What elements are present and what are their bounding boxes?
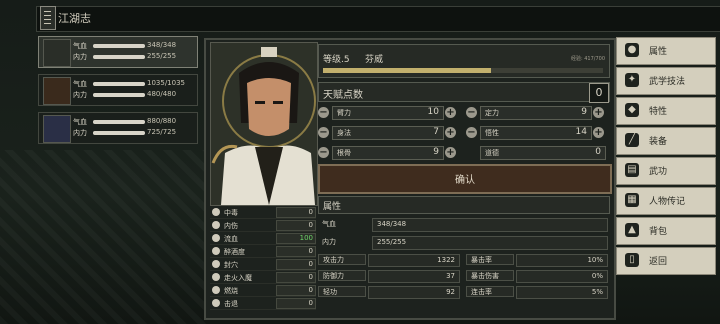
status-row: 中毒 0 [210,206,316,219]
party-member-1[interactable]: 气血 348/348 内力 255/255 [38,36,198,68]
vital-row-mp: 内力 255/255 [318,236,608,250]
hp-bar [93,120,145,124]
level-label: 等级.5 [323,55,350,65]
mp-bar [93,55,145,59]
attr-row-constitution: − 根骨 9 + [318,146,456,160]
menu-traits[interactable]: ◆ 特性 [616,97,716,125]
minus-button[interactable]: − [466,127,477,138]
confirm-button[interactable]: 确认 [318,164,612,194]
hp-label: 气血 [73,42,87,50]
mp-value: 725/725 [147,128,177,136]
hp-bar [93,82,145,86]
bag-icon: ▲ [625,223,639,237]
menu-attributes[interactable]: ● 属性 [616,37,716,65]
scroll-icon: ▤ [625,163,639,177]
menu-biography[interactable]: ▦ 人物传记 [616,187,716,215]
hero-portrait-icon [43,39,71,67]
level-box: 等级.5 芬威 经验: 417/700 [318,44,610,78]
mp-label: 内力 [73,129,87,137]
stat-defense: 防御力 37 [318,270,460,283]
poison-icon [212,208,220,216]
talent-points: 天赋点数 0 [318,82,610,103]
attr-row-agility: − 身法 7 + [318,126,456,140]
person-icon: ● [625,43,639,57]
minus-button[interactable]: − [318,147,329,158]
hp-label: 气血 [73,118,87,126]
attr-row-insight: − 悟性 14 + [466,126,604,140]
plus-button[interactable]: + [445,147,456,158]
minus-button[interactable]: − [318,127,329,138]
character-name: 芬威 [365,55,384,65]
journal-icon[interactable] [40,6,56,30]
mp-label: 内力 [73,53,87,61]
xp-bar [323,68,603,73]
martial-arts-icon: ✦ [625,73,639,87]
stat-crit-damage: 暴击伤害 0% [466,270,608,283]
wine-jar-icon [212,247,220,255]
mp-label: 内力 [73,91,87,99]
stat-combo-rate: 连击率 5% [466,286,608,299]
mp-bar [93,93,145,97]
mp-bar [93,131,145,135]
attr-row-morality: 道德 0 [480,146,618,160]
page-title: 江湖志 [58,12,91,25]
character-portrait [210,42,318,206]
attr-row-focus: − 定力 9 + [466,106,604,120]
stat-crit-rate: 暴击率 10% [466,254,608,267]
door-icon: ▯ [625,253,639,267]
attr-row-strength: − 臂力 10 + [318,106,456,120]
heart-icon [212,221,220,229]
demon-icon [212,273,220,281]
fire-icon [212,286,220,294]
xp-text: 经验: 417/700 [570,56,605,62]
minus-button[interactable]: − [466,107,477,118]
status-row: 走火入魔 0 [210,271,316,284]
plus-button[interactable]: + [593,107,604,118]
biography-icon: ▦ [625,193,639,207]
sword-icon: ╱ [625,133,639,147]
menu-martial-skills[interactable]: ✦ 武学技法 [616,67,716,95]
hp-value: 880/880 [147,117,177,125]
minus-button[interactable]: − [318,107,329,118]
status-row: 内伤 0 [210,219,316,232]
status-row: 击退 0 [210,297,316,310]
plus-button[interactable]: + [445,107,456,118]
cat-companion-icon [43,77,71,105]
menu-return[interactable]: ▯ 返回 [616,247,716,275]
status-effect-list: 中毒 0 内伤 0 流血 100 醉酒度 0 封穴 0 走火入魔 0 燃烧 0 击退 0 [210,206,316,310]
party-member-3[interactable]: 气血 880/880 内力 725/725 [38,112,198,144]
title-bar [36,6,720,32]
knockback-icon [212,299,220,307]
plus-button[interactable]: + [593,127,604,138]
hp-label: 气血 [73,80,87,88]
hp-value: 1035/1035 [147,79,185,87]
status-row: 封穴 0 [210,258,316,271]
hp-value: 348/348 [147,41,177,49]
seal-point-icon [212,260,220,268]
menu-equipment[interactable]: ╱ 装备 [616,127,716,155]
status-row: 燃烧 0 [210,284,316,297]
blood-drop-icon [212,234,220,242]
stat-agility: 轻功 92 [318,286,460,299]
mp-value: 480/480 [147,90,177,98]
vital-row-hp: 气血 348/348 [318,218,608,232]
attributes-section-header: 属性 [318,196,610,214]
menu-kungfu[interactable]: ▤ 武功 [616,157,716,185]
menu-bag[interactable]: ▲ 背包 [616,217,716,245]
trait-icon: ◆ [625,103,639,117]
party-member-2[interactable]: 气血 1035/1035 内力 480/480 [38,74,198,106]
stat-attack: 攻击力 1322 [318,254,460,267]
mp-value: 255/255 [147,52,177,60]
talent-points-value: 0 [589,83,609,103]
character-panel: 中毒 0 内伤 0 流血 100 醉酒度 0 封穴 0 走火入魔 0 燃烧 0 击退 0 等级.… [204,38,616,320]
status-row: 醉酒度 0 [210,245,316,258]
hp-bar [93,44,145,48]
companion-portrait-icon [43,115,71,143]
plus-button[interactable]: + [445,127,456,138]
status-row: 流血 100 [210,232,316,245]
